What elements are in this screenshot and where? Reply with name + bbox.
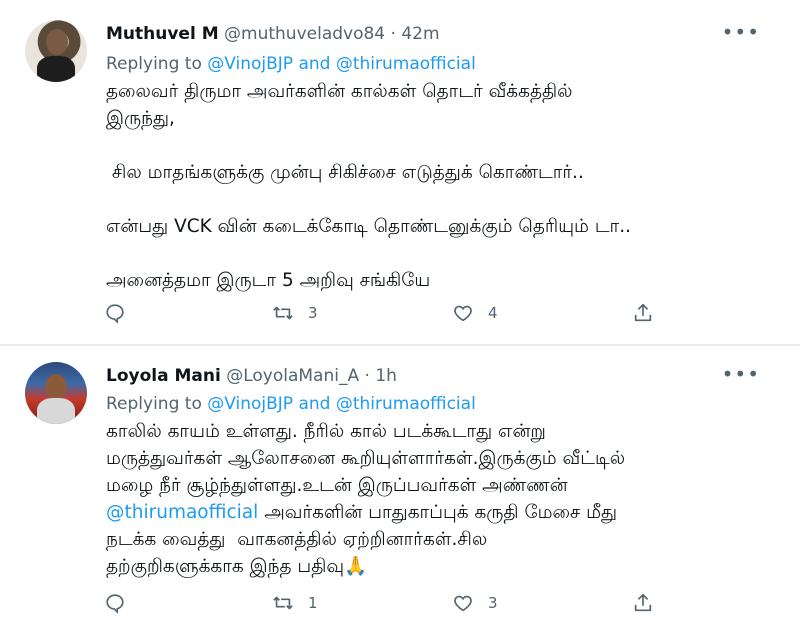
retweet-icon bbox=[273, 596, 293, 610]
avatar-body bbox=[37, 56, 75, 82]
tweet-line: இருந்து, bbox=[106, 108, 175, 129]
tweet-line: அனைத்தமா இருடா 5 அறிவு சங்கியே bbox=[106, 270, 431, 291]
avatar-body bbox=[37, 398, 75, 424]
user-handle[interactable]: @LoyolaMani_A bbox=[226, 366, 359, 386]
display-name[interactable]: Muthuvel M bbox=[106, 24, 219, 44]
reply-button[interactable] bbox=[104, 592, 126, 614]
tweet-header: Loyola Mani @LoyolaMani_A · 1h bbox=[106, 366, 397, 386]
tweet-text: காலில் காயம் உள்ளது. நீரில் கால் படக்கூட… bbox=[106, 418, 766, 580]
user-handle[interactable]: @muthuveladvo84 bbox=[224, 24, 385, 44]
avatar[interactable] bbox=[25, 20, 87, 82]
tweet-line: மழை நீர் சூழ்ந்துள்ளது.உடன் இருப்பவர்கள்… bbox=[106, 475, 568, 496]
share-icon bbox=[634, 303, 652, 322]
tweet-line: என்பது VCK வின் கடைக்கோடி தொண்டனுக்கும் … bbox=[106, 216, 631, 237]
tweet-line: @thirumaofficial அவர்களின் பாதுகாப்புக் … bbox=[106, 499, 766, 526]
more-icon[interactable]: ••• bbox=[722, 20, 760, 44]
retweet-button[interactable]: 1 bbox=[272, 592, 318, 614]
replying-to-link[interactable]: @VinojBJP and @thirumaofficial bbox=[207, 54, 476, 74]
separator-dot: · bbox=[364, 366, 370, 386]
replying-to: Replying to @VinojBJP and @thirumaoffici… bbox=[106, 54, 476, 74]
tweet-line: தற்குறிகளுக்காக இந்த பதிவு🙏 bbox=[106, 556, 368, 577]
tweet-line: தலைவர் திருமா அவர்களின் கால்கள் தொடர் வீ… bbox=[106, 81, 573, 102]
mention-link[interactable]: @thirumaofficial bbox=[106, 502, 258, 523]
tweet-line-rest: அவர்களின் பாதுகாப்புக் கருதி மேசை மீது bbox=[258, 502, 618, 523]
display-name[interactable]: Loyola Mani bbox=[106, 366, 221, 386]
avatar-face bbox=[45, 374, 67, 400]
retweet-count: 3 bbox=[308, 304, 318, 322]
like-button[interactable]: 4 bbox=[452, 302, 498, 324]
retweet-icon bbox=[273, 306, 293, 320]
timestamp[interactable]: 1h bbox=[375, 366, 397, 386]
replying-prefix: Replying to bbox=[106, 54, 202, 74]
tweet-line: காலில் காயம் உள்ளது. நீரில் கால் படக்கூட… bbox=[106, 421, 546, 442]
replying-prefix: Replying to bbox=[106, 394, 202, 414]
like-icon bbox=[454, 595, 472, 612]
share-button[interactable] bbox=[632, 592, 654, 614]
tweet-line: நடக்க வைத்து வாகனத்தில் ஏற்றினார்கள்.சில bbox=[106, 529, 488, 550]
tweet-line: சில மாதங்களுக்கு முன்பு சிகிச்சை எடுத்து… bbox=[106, 162, 584, 183]
replying-to-link[interactable]: @VinojBJP and @thirumaofficial bbox=[207, 394, 476, 414]
reply-button[interactable] bbox=[104, 302, 126, 324]
replying-to: Replying to @VinojBJP and @thirumaoffici… bbox=[106, 394, 476, 414]
tweet-line: மருத்துவர்கள் ஆலோசனை கூறியுள்ளார்கள்.இரு… bbox=[106, 448, 626, 469]
tweet[interactable]: Loyola Mani @LoyolaMani_A · 1h ••• Reply… bbox=[0, 346, 800, 641]
tweet-text: தலைவர் திருமா அவர்களின் கால்கள் தொடர் வீ… bbox=[106, 78, 766, 294]
reply-icon bbox=[106, 594, 124, 614]
like-count: 4 bbox=[488, 304, 498, 322]
share-button[interactable] bbox=[632, 302, 654, 324]
avatar[interactable] bbox=[25, 362, 87, 424]
reply-icon bbox=[106, 304, 124, 324]
retweet-button[interactable]: 3 bbox=[272, 302, 318, 324]
like-count: 3 bbox=[488, 594, 498, 612]
like-button[interactable]: 3 bbox=[452, 592, 498, 614]
retweet-count: 1 bbox=[308, 594, 318, 612]
more-icon[interactable]: ••• bbox=[722, 362, 760, 386]
tweet-header: Muthuvel M @muthuveladvo84 · 42m bbox=[106, 24, 440, 44]
action-bar: 1 3 bbox=[104, 592, 664, 618]
tweet[interactable]: Muthuvel M @muthuveladvo84 · 42m ••• Rep… bbox=[0, 0, 800, 344]
action-bar: 3 4 bbox=[104, 302, 664, 328]
like-icon bbox=[454, 305, 472, 322]
separator-dot: · bbox=[390, 24, 396, 44]
share-icon bbox=[634, 593, 652, 612]
avatar-face bbox=[46, 29, 68, 55]
timestamp[interactable]: 42m bbox=[401, 24, 439, 44]
